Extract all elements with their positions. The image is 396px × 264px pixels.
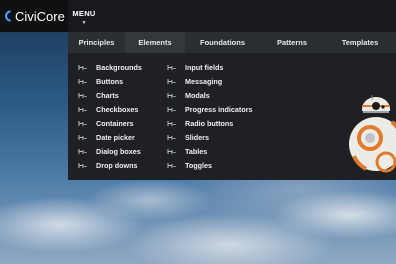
tab-templates[interactable]: Templates xyxy=(324,32,396,53)
element-glyph-icon xyxy=(78,162,87,168)
menu-item-modals[interactable]: Modals xyxy=(167,88,253,102)
menu-item-sliders[interactable]: Sliders xyxy=(167,130,253,144)
element-glyph-icon xyxy=(78,120,87,126)
menu-item-messaging[interactable]: Messaging xyxy=(167,74,253,88)
menu-item-label: Drop downs xyxy=(96,160,138,170)
menu-item-label: Input fields xyxy=(185,62,224,72)
app-name: CiviCore xyxy=(15,8,65,24)
menu-item-date-picker[interactable]: Date picker xyxy=(78,130,142,144)
menu-item-label: Backgrounds xyxy=(96,62,142,72)
menu-item-label: Toggles xyxy=(185,160,213,170)
element-glyph-icon xyxy=(78,106,87,112)
menu-item-label: Tables xyxy=(185,146,208,156)
menu-item-containers[interactable]: Containers xyxy=(78,116,142,130)
logo[interactable]: CiviCore xyxy=(0,0,68,32)
menu-item-label: Modals xyxy=(185,90,210,100)
menu-item-toggles[interactable]: Toggles xyxy=(167,158,253,172)
element-glyph-icon xyxy=(167,134,176,140)
mega-menu-panel: Principles Elements Foundations Patterns… xyxy=(68,32,396,180)
droid-illustration xyxy=(349,95,396,173)
menu-item-progress-indicators[interactable]: Progress indicators xyxy=(167,102,253,116)
menu-item-label: Buttons xyxy=(96,76,124,86)
menu-item-input-fields[interactable]: Input fields xyxy=(167,60,253,74)
menu-item-label: Progress indicators xyxy=(185,104,253,114)
menu-item-radio-buttons[interactable]: Radio buttons xyxy=(167,116,253,130)
element-glyph-icon xyxy=(78,148,87,154)
element-glyph-icon xyxy=(78,78,87,84)
top-bar: CiviCore MENU ▼ xyxy=(0,0,396,32)
element-glyph-icon xyxy=(167,106,176,112)
menu-item-tables[interactable]: Tables xyxy=(167,144,253,158)
element-glyph-icon xyxy=(78,64,87,70)
tab-patterns[interactable]: Patterns xyxy=(260,32,324,53)
element-glyph-icon xyxy=(167,120,176,126)
caret-down-icon: ▼ xyxy=(81,20,87,26)
menu-item-buttons[interactable]: Buttons xyxy=(78,74,142,88)
menu-button[interactable]: MENU ▼ xyxy=(68,0,100,32)
menu-item-label: Checkboxes xyxy=(96,104,139,114)
menu-item-drop-downs[interactable]: Drop downs xyxy=(78,158,142,172)
element-glyph-icon xyxy=(78,92,87,98)
element-glyph-icon xyxy=(78,134,87,140)
menu-item-checkboxes[interactable]: Checkboxes xyxy=(78,102,142,116)
tab-elements[interactable]: Elements xyxy=(125,32,185,53)
elements-column-1: Backgrounds Buttons Charts Checkboxes Co… xyxy=(78,60,142,172)
menu-item-label: Containers xyxy=(96,118,134,128)
element-glyph-icon xyxy=(167,92,176,98)
tab-foundations[interactable]: Foundations xyxy=(185,32,260,53)
element-glyph-icon xyxy=(167,78,176,84)
element-glyph-icon xyxy=(167,148,176,154)
elements-column-2: Input fields Messaging Modals Progress i… xyxy=(167,60,253,172)
civicore-logo-icon xyxy=(5,10,11,22)
element-glyph-icon xyxy=(167,64,176,70)
menu-item-backgrounds[interactable]: Backgrounds xyxy=(78,60,142,74)
tab-principles[interactable]: Principles xyxy=(68,32,125,53)
menu-item-label: Sliders xyxy=(185,132,209,142)
menu-label: MENU xyxy=(72,9,96,18)
element-glyph-icon xyxy=(167,162,176,168)
menu-item-label: Radio buttons xyxy=(185,118,234,128)
menu-item-label: Messaging xyxy=(185,76,223,86)
menu-item-charts[interactable]: Charts xyxy=(78,88,142,102)
menu-item-dialog-boxes[interactable]: Dialog boxes xyxy=(78,144,142,158)
menu-item-label: Dialog boxes xyxy=(96,146,141,156)
tab-bar: Principles Elements Foundations Patterns… xyxy=(68,32,396,53)
menu-item-label: Date picker xyxy=(96,132,135,142)
menu-item-label: Charts xyxy=(96,90,119,100)
